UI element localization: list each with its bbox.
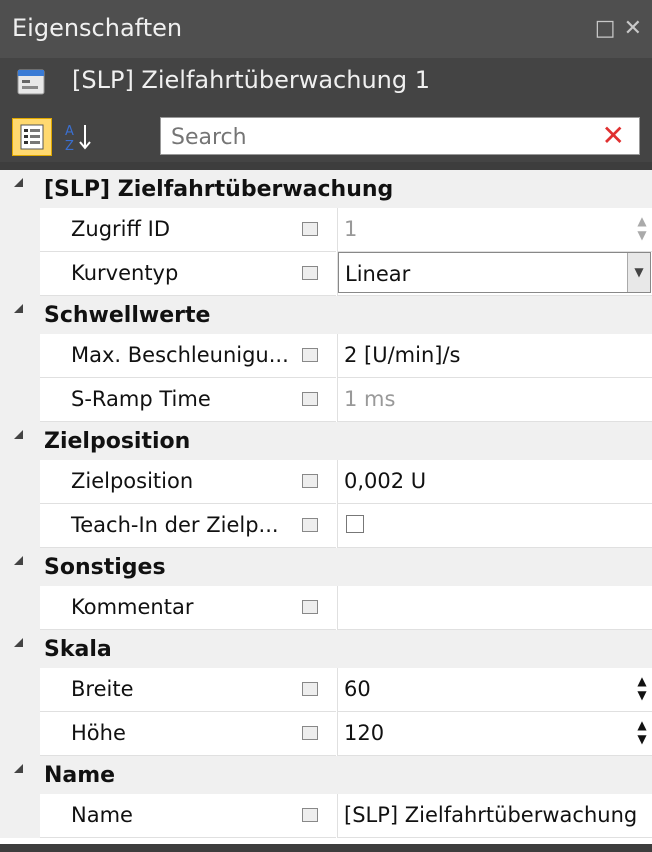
property-row: Max. Beschleunigu... 2 [U/min]/s <box>0 334 652 378</box>
category-name: Zielposition <box>44 429 191 454</box>
pin-icon[interactable] <box>302 392 318 406</box>
property-label: Max. Beschleunigu... <box>71 343 289 367</box>
pin-icon[interactable] <box>302 266 318 280</box>
property-label: Zugriff ID <box>71 217 171 241</box>
svg-text:Z: Z <box>65 139 74 154</box>
selected-object-name: [SLP] Zielfahrtüberwachung 1 <box>72 66 430 94</box>
sort-az-icon: A Z <box>65 124 91 154</box>
close-icon[interactable]: ✕ <box>624 16 642 41</box>
category-header[interactable]: [SLP] Zielfahrtüberwachung <box>0 170 652 208</box>
panel-title: Eigenschaften <box>12 14 183 42</box>
property-row: Name [SLP] Zielfahrtüberwachung <box>0 794 652 838</box>
property-label: Zielposition <box>71 469 194 493</box>
collapse-triangle-icon[interactable] <box>14 178 23 187</box>
property-label: Kurventyp <box>71 261 179 285</box>
maximize-icon[interactable]: □ <box>595 16 616 41</box>
property-row: Kommentar <box>0 586 652 630</box>
category-name: Name <box>44 763 116 788</box>
property-label: Höhe <box>71 721 126 745</box>
categorized-view-button[interactable] <box>12 118 52 156</box>
property-value[interactable]: 60 <box>344 677 371 701</box>
property-value[interactable]: 1 <box>344 217 357 241</box>
property-value[interactable]: 0,002 U <box>344 469 426 493</box>
property-label: Breite <box>71 677 134 701</box>
numeric-spinner[interactable]: ▲ ▼ <box>635 214 649 246</box>
property-label: Teach-In der Zielp... <box>71 513 279 537</box>
search-input[interactable] <box>169 123 573 151</box>
property-row: Zielposition 0,002 U <box>0 460 652 504</box>
category-header[interactable]: Schwellwerte <box>0 296 652 334</box>
pin-icon[interactable] <box>302 222 318 236</box>
category-header[interactable]: Skala <box>0 630 652 668</box>
dropdown-arrow-icon[interactable]: ▼ <box>627 253 650 292</box>
teach-in-checkbox[interactable] <box>346 515 364 533</box>
property-value[interactable]: 1 ms <box>344 387 395 411</box>
property-label: Name <box>71 803 133 827</box>
property-value[interactable]: 2 [U/min]/s <box>344 343 460 367</box>
category-name: Sonstiges <box>44 555 166 580</box>
collapse-triangle-icon[interactable] <box>14 304 23 313</box>
alphabetical-view-button[interactable]: A Z <box>58 118 98 156</box>
clear-search-icon[interactable]: ✕ <box>602 121 625 151</box>
property-grid: [SLP] Zielfahrtüberwachung Zugriff ID 1 … <box>0 170 652 844</box>
pin-icon[interactable] <box>302 726 318 740</box>
properties-panel: Eigenschaften □ ✕ [SLP] Zielfahrtüberwach… <box>0 0 652 852</box>
pin-icon[interactable] <box>302 474 318 488</box>
collapse-triangle-icon[interactable] <box>14 556 23 565</box>
property-value: Linear <box>345 262 411 286</box>
category-name: Skala <box>44 637 112 662</box>
pin-icon[interactable] <box>302 682 318 696</box>
collapse-triangle-icon[interactable] <box>14 638 23 647</box>
category-name: [SLP] Zielfahrtüberwachung <box>44 177 394 202</box>
property-row: Teach-In der Zielp... <box>0 504 652 548</box>
category-name: Schwellwerte <box>44 303 211 328</box>
property-row: Kurventyp Linear ▼ <box>0 252 652 296</box>
search-box: ✕ <box>160 117 640 155</box>
property-value[interactable]: 120 <box>344 721 384 745</box>
property-label: S-Ramp Time <box>71 387 211 411</box>
panel-titlebar: Eigenschaften □ ✕ <box>0 0 652 59</box>
curve-type-select[interactable]: Linear ▼ <box>338 252 651 293</box>
pin-icon[interactable] <box>302 808 318 822</box>
categorized-icon <box>20 124 44 150</box>
property-row: Zugriff ID 1 ▲ ▼ <box>0 208 652 252</box>
pin-icon[interactable] <box>302 348 318 362</box>
property-value[interactable]: [SLP] Zielfahrtüberwachung <box>344 803 637 827</box>
property-row: S-Ramp Time 1 ms <box>0 378 652 422</box>
pin-icon[interactable] <box>302 600 318 614</box>
property-row: Höhe 120 ▲ ▼ <box>0 712 652 756</box>
category-header[interactable]: Name <box>0 756 652 794</box>
svg-text:A: A <box>65 124 74 139</box>
object-icon <box>17 69 45 95</box>
selected-object-bar: [SLP] Zielfahrtüberwachung 1 <box>0 58 652 110</box>
numeric-spinner[interactable]: ▲ ▼ <box>635 674 649 706</box>
pin-icon[interactable] <box>302 518 318 532</box>
category-header[interactable]: Sonstiges <box>0 548 652 586</box>
property-toolbar: A Z ✕ <box>0 110 652 162</box>
property-label: Kommentar <box>71 595 194 619</box>
collapse-triangle-icon[interactable] <box>14 430 23 439</box>
category-header[interactable]: Zielposition <box>0 422 652 460</box>
collapse-triangle-icon[interactable] <box>14 764 23 773</box>
numeric-spinner[interactable]: ▲ ▼ <box>635 718 649 750</box>
property-row: Breite 60 ▲ ▼ <box>0 668 652 712</box>
